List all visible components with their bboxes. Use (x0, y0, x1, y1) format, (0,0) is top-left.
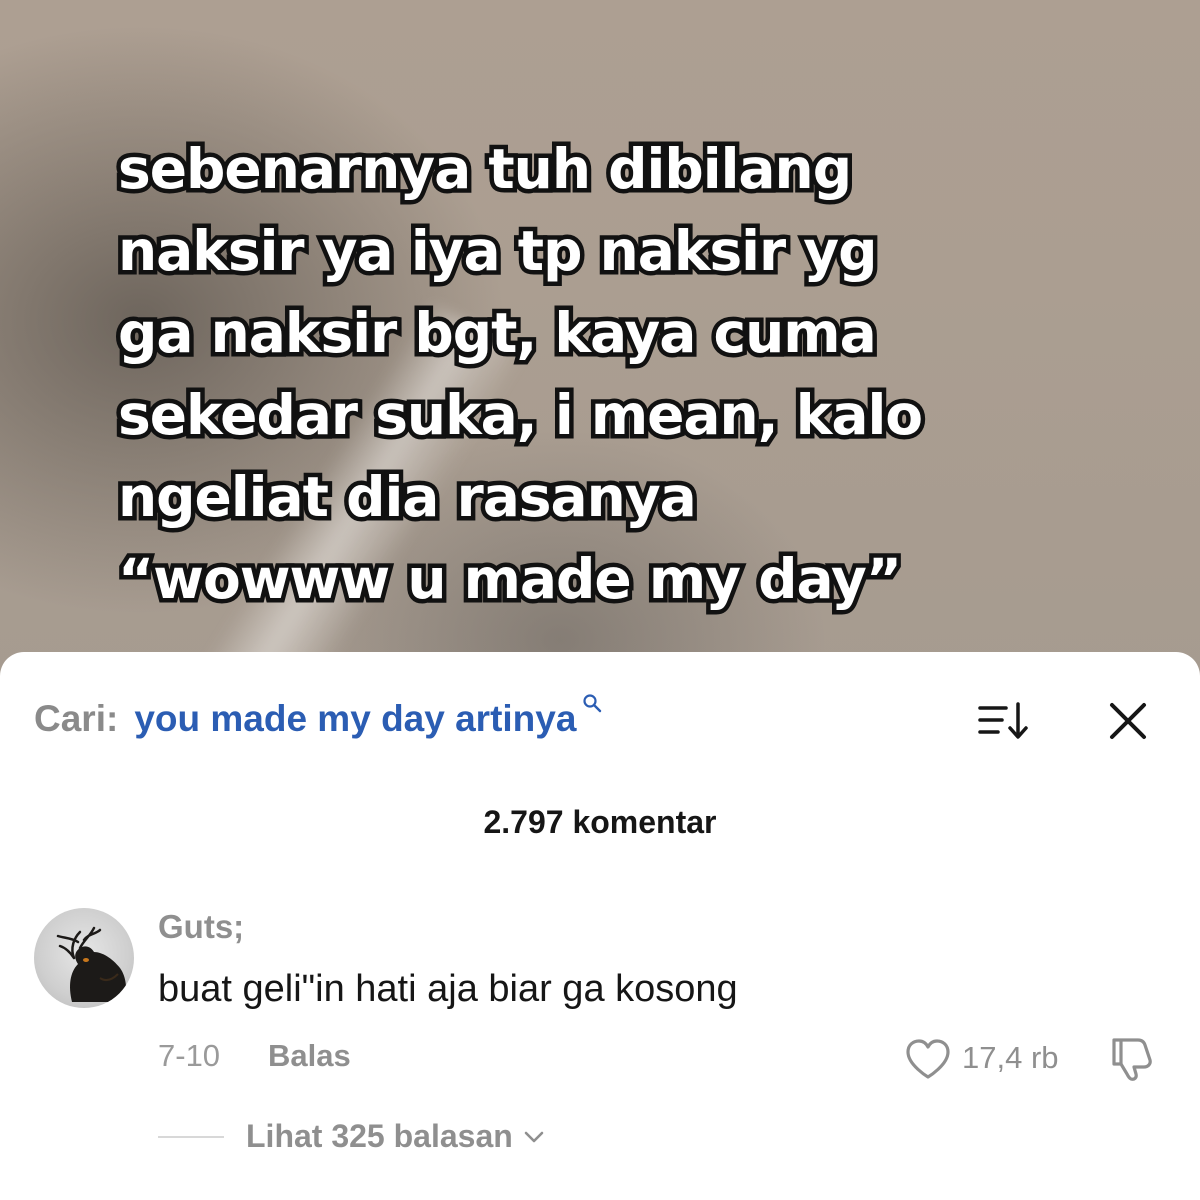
comment-search-suggestion[interactable]: Cari: you made my day artinya (34, 694, 602, 748)
comment-count: 2.797 komentar (483, 804, 717, 840)
search-query-link[interactable]: you made my day artinya (134, 698, 576, 740)
search-prefix: Cari: (34, 698, 119, 739)
like-count: 17,4 rb (962, 1040, 1059, 1075)
avatar[interactable] (34, 908, 134, 1008)
search-icon[interactable] (582, 693, 602, 713)
chevron-down-icon (524, 1131, 544, 1142)
replies-divider (158, 1136, 224, 1138)
video-caption: sebenarnya tuh dibilang naksir ya iya tp… (114, 133, 928, 616)
avatar-image (56, 926, 127, 1002)
reply-button[interactable]: Balas (268, 1038, 351, 1074)
comment-username[interactable]: Guts; (158, 908, 244, 946)
sort-icon[interactable] (978, 700, 1030, 742)
view-replies-label: Lihat 325 balasan (246, 1118, 513, 1154)
close-icon[interactable] (1106, 699, 1150, 743)
dislike-icon[interactable] (1108, 1036, 1156, 1082)
heart-icon[interactable] (904, 1038, 952, 1080)
video-player[interactable]: sebenarnya tuh dibilang naksir ya iya tp… (0, 0, 1200, 700)
comment-text: buat geli"in hati aja biar ga kosong (158, 968, 738, 1010)
comment-date: 7-10 (158, 1038, 221, 1073)
view-replies-button[interactable]: Lihat 325 balasan (246, 1118, 545, 1155)
comments-sheet: Cari: you made my day artinya 2.797 kome… (0, 652, 1200, 1200)
